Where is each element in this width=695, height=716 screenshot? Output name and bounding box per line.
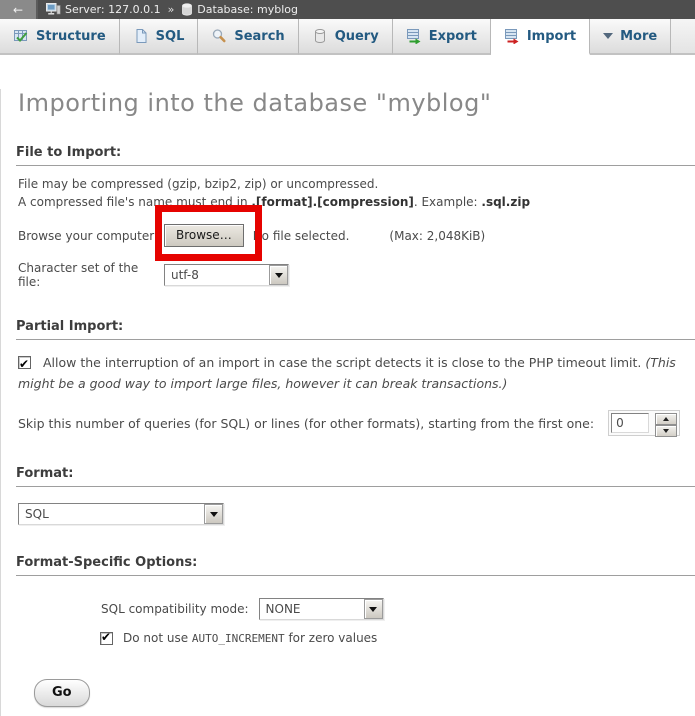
database-icon [181, 3, 193, 16]
browse-row: Browse your computer: Browse… No file se… [18, 224, 695, 247]
search-icon [211, 28, 227, 44]
filename-note: A compressed file's name must end in .[f… [18, 194, 695, 210]
import-icon [504, 28, 520, 44]
format-select-row: SQL [18, 503, 695, 525]
export-icon [406, 28, 422, 44]
spinner-down-icon [663, 429, 669, 436]
tab-query[interactable]: Query [299, 19, 393, 55]
partial-import-heading: Partial Import: [16, 319, 695, 340]
tab-bar: Structure SQL Search Query [0, 19, 695, 55]
format-specific-options-heading: Format-Specific Options: [16, 555, 695, 576]
charset-select[interactable]: utf-8 [164, 264, 289, 286]
auto-increment-label: Do not use AUTO_INCREMENT for zero value… [123, 631, 377, 645]
compat-select-arrow-icon[interactable] [364, 599, 383, 619]
breadcrumb-database-link[interactable]: Database: myblog [197, 3, 298, 16]
breadcrumb-separator: » [168, 3, 175, 16]
go-button[interactable]: Go [34, 679, 90, 707]
charset-select-arrow-icon[interactable] [269, 265, 288, 285]
browse-label: Browse your computer: [18, 229, 164, 243]
sql-compatibility-label: SQL compatibility mode: [101, 602, 249, 616]
checkmark-icon: ✔ [101, 630, 111, 644]
skip-queries-label: Skip this number of queries (for SQL) or… [18, 416, 594, 431]
format-heading: Format: [16, 466, 695, 487]
skip-queries-spinner [608, 410, 680, 436]
query-database-icon [312, 28, 328, 44]
allow-interruption-checkbox[interactable]: ✔ [18, 356, 31, 369]
auto-increment-checkbox[interactable]: ✔ [100, 632, 113, 645]
tab-import[interactable]: Import [491, 19, 590, 55]
compression-note: File may be compressed (gzip, bzip2, zip… [18, 176, 695, 192]
page-title: Importing into the database "myblog" [18, 89, 695, 117]
tab-sql[interactable]: SQL [120, 19, 199, 55]
breadcrumb-bar: ← Server: 127.0.0.1 » Database: myblog [0, 0, 695, 19]
breadcrumb: Server: 127.0.0.1 » Database: myblog [46, 3, 298, 16]
charset-label: Character set of the file: [18, 261, 164, 289]
tab-export[interactable]: Export [393, 19, 491, 55]
skip-queries-row: Skip this number of queries (for SQL) or… [18, 410, 695, 436]
import-page: Importing into the database "myblog" Fil… [0, 89, 695, 716]
spinner-up-button[interactable] [655, 413, 677, 425]
tab-structure[interactable]: Structure [0, 19, 120, 55]
chevron-down-icon [603, 33, 613, 44]
sql-compatibility-select[interactable]: NONE [259, 598, 384, 620]
auto-increment-row: ✔ Do not use AUTO_INCREMENT for zero val… [100, 631, 695, 645]
structure-table-icon [13, 28, 29, 44]
allow-interruption-row: ✔ Allow the interruption of an import in… [18, 352, 695, 394]
server-icon [46, 3, 61, 16]
spinner-up-icon [663, 414, 669, 421]
tab-search[interactable]: Search [198, 19, 298, 55]
format-select-arrow-icon[interactable] [204, 504, 223, 524]
sql-compatibility-row: SQL compatibility mode: NONE [101, 598, 695, 620]
skip-queries-input[interactable] [611, 413, 649, 433]
tab-more[interactable]: More [590, 19, 671, 55]
max-size-text: (Max: 2,048KiB) [389, 229, 485, 243]
tabbar-filler [671, 19, 695, 55]
breadcrumb-server-link[interactable]: Server: 127.0.0.1 [65, 3, 161, 16]
charset-row: Character set of the file: utf-8 [18, 261, 695, 289]
sql-document-icon [133, 28, 149, 44]
back-button[interactable]: ← [0, 0, 38, 19]
no-file-text: No file selected. [253, 229, 350, 243]
file-to-import-heading: File to Import: [16, 145, 695, 166]
browse-button[interactable]: Browse… [164, 224, 244, 247]
checkmark-icon: ✔ [19, 354, 29, 375]
spinner-down-button[interactable] [655, 425, 677, 437]
format-select[interactable]: SQL [18, 503, 224, 525]
